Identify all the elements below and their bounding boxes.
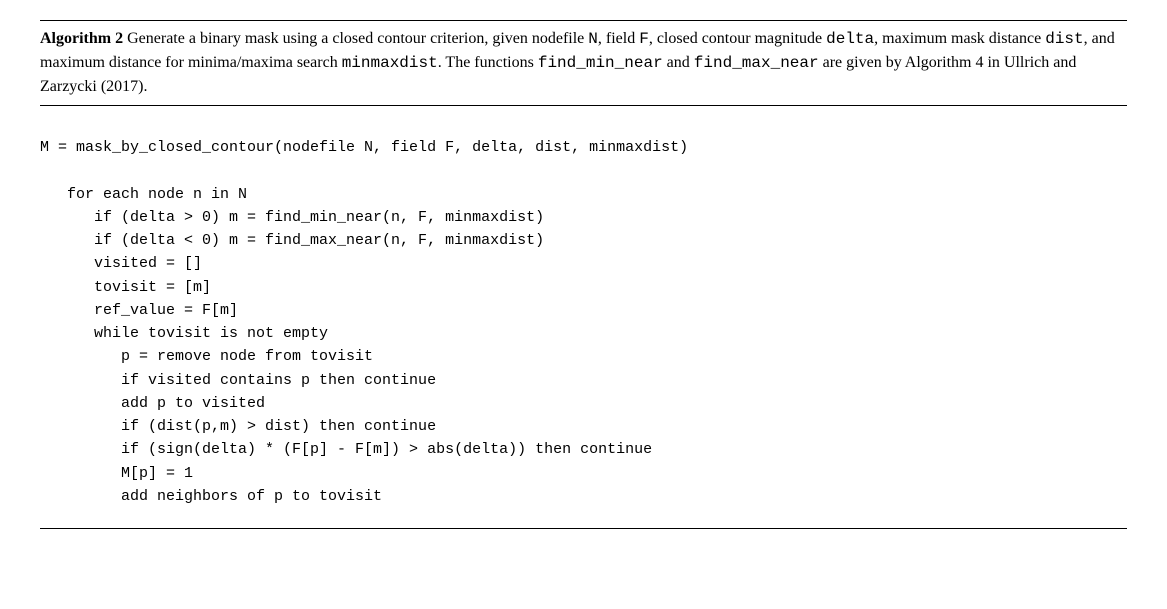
code-token-dist: dist <box>1045 30 1083 48</box>
caption-text: . The functions <box>438 54 538 71</box>
caption-text: , maximum mask distance <box>874 30 1045 47</box>
caption-text: Generate a binary mask using a closed co… <box>123 30 588 47</box>
algorithm-caption: Algorithm 2 Generate a binary mask using… <box>40 20 1127 106</box>
code-token-findmin: find_min_near <box>538 54 663 72</box>
code-token-findmax: find_max_near <box>694 54 819 72</box>
algorithm-body: M = mask_by_closed_contour(nodefile N, f… <box>40 106 1127 529</box>
algorithm-block: Algorithm 2 Generate a binary mask using… <box>40 20 1127 529</box>
code-token-N: N <box>588 30 598 48</box>
code-token-F: F <box>639 30 649 48</box>
code-token-delta: delta <box>826 30 874 48</box>
caption-text: and <box>663 54 694 71</box>
algorithm-title: Algorithm 2 <box>40 30 123 47</box>
code-token-minmaxdist: minmaxdist <box>342 54 438 72</box>
caption-text: , closed contour magnitude <box>649 30 826 47</box>
caption-text: , field <box>598 30 639 47</box>
algorithm-code: M = mask_by_closed_contour(nodefile N, f… <box>40 136 1127 508</box>
